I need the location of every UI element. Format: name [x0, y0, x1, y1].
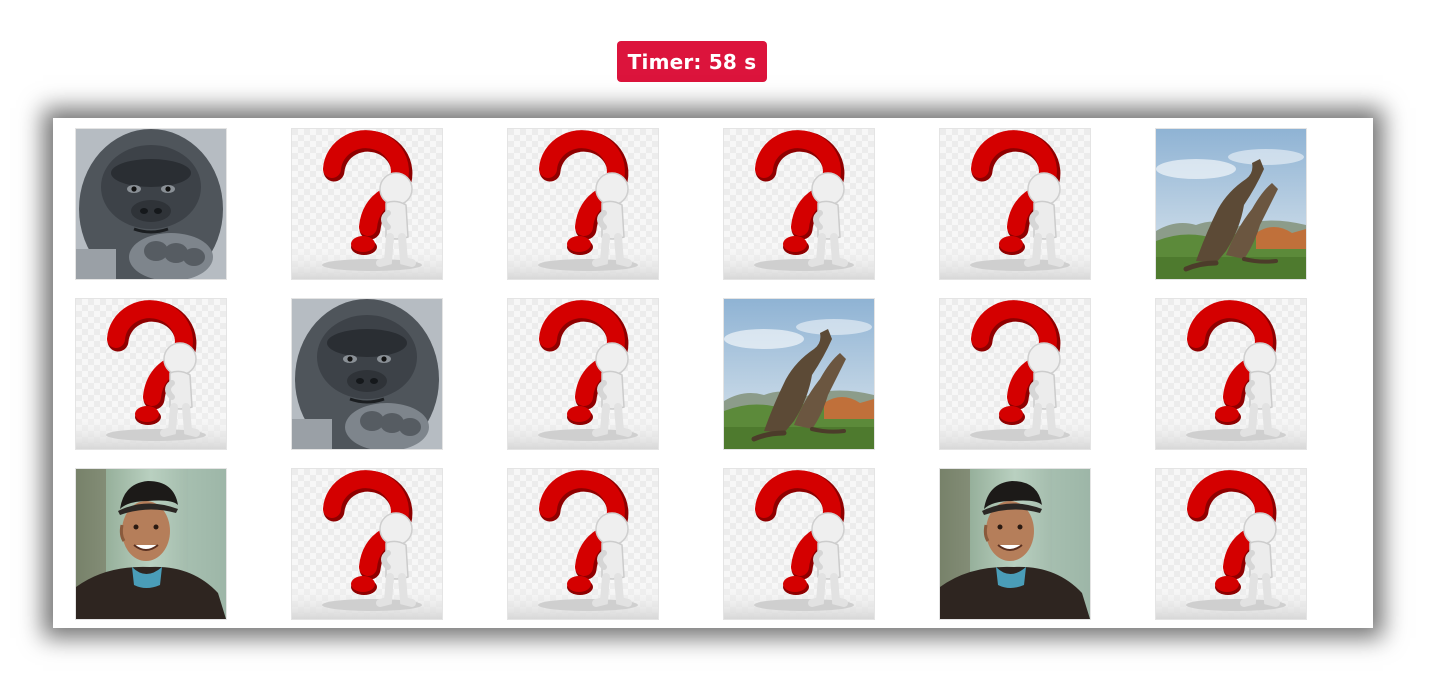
- gorilla-image: [292, 299, 442, 449]
- card-revealed-smiling-man[interactable]: [75, 468, 227, 620]
- question-mark-icon: [508, 299, 658, 449]
- card-hidden[interactable]: [939, 298, 1091, 450]
- question-mark-icon: [76, 299, 226, 449]
- card-hidden[interactable]: [939, 128, 1091, 280]
- question-mark-icon: [940, 129, 1090, 279]
- question-mark-icon: [724, 129, 874, 279]
- smiling-man-image: [940, 469, 1090, 619]
- card-hidden[interactable]: [1155, 298, 1307, 450]
- card-hidden[interactable]: [723, 128, 875, 280]
- card-hidden[interactable]: [723, 468, 875, 620]
- card-hidden[interactable]: [507, 128, 659, 280]
- card-hidden[interactable]: [291, 128, 443, 280]
- question-mark-icon: [1156, 299, 1306, 449]
- question-mark-icon: [724, 469, 874, 619]
- card-hidden[interactable]: [507, 468, 659, 620]
- komodo-dragons-image: [724, 299, 874, 449]
- card-hidden[interactable]: [291, 468, 443, 620]
- card-revealed-smiling-man[interactable]: [939, 468, 1091, 620]
- memory-game-board: [53, 118, 1373, 628]
- card-hidden[interactable]: [507, 298, 659, 450]
- card-revealed-komodo-dragons[interactable]: [723, 298, 875, 450]
- question-mark-icon: [292, 469, 442, 619]
- card-hidden[interactable]: [1155, 468, 1307, 620]
- question-mark-icon: [1156, 469, 1306, 619]
- timer-badge: Timer: 58 s: [617, 41, 767, 82]
- card-revealed-komodo-dragons[interactable]: [1155, 128, 1307, 280]
- gorilla-image: [76, 129, 226, 279]
- card-revealed-gorilla[interactable]: [75, 128, 227, 280]
- komodo-dragons-image: [1156, 129, 1306, 279]
- question-mark-icon: [940, 299, 1090, 449]
- question-mark-icon: [508, 129, 658, 279]
- question-mark-icon: [292, 129, 442, 279]
- question-mark-icon: [508, 469, 658, 619]
- card-revealed-gorilla[interactable]: [291, 298, 443, 450]
- smiling-man-image: [76, 469, 226, 619]
- card-hidden[interactable]: [75, 298, 227, 450]
